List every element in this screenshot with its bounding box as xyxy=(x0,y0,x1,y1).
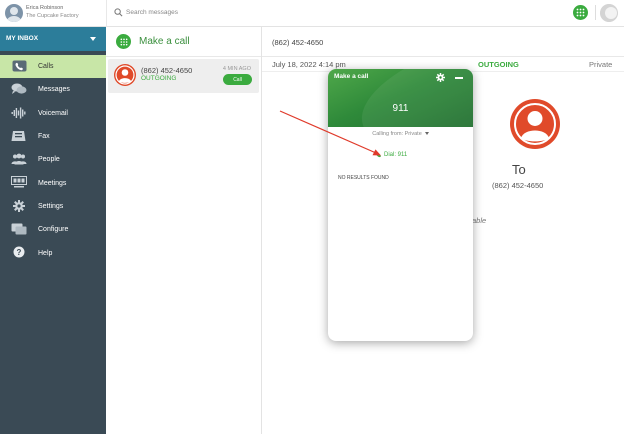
help-icon: ? xyxy=(11,246,27,258)
call-button[interactable]: Call xyxy=(223,74,252,85)
make-a-call-header: Make a call xyxy=(106,27,261,57)
caret-down-icon xyxy=(90,37,96,41)
partial-text: able xyxy=(472,216,487,225)
search-icon xyxy=(114,8,123,17)
voicemail-icon xyxy=(11,107,27,119)
person-icon xyxy=(514,103,556,145)
sidebar-item-messages[interactable]: Messages xyxy=(0,78,106,101)
call-direction: OUTGOING xyxy=(478,60,519,69)
app-window: Erica Robinson The Cupcake Factory Searc… xyxy=(0,0,624,434)
dialpad-icon xyxy=(576,8,585,17)
sidebar-item-voicemail[interactable]: Voicemail xyxy=(0,102,106,125)
dial-number-input[interactable] xyxy=(348,101,453,115)
status-divider xyxy=(595,5,596,20)
dialog-header: Make a call xyxy=(328,69,473,127)
inbox-label: MY INBOX xyxy=(6,35,39,42)
sidebar-item-meetings[interactable]: Meetings xyxy=(0,171,106,194)
call-history-item[interactable]: (862) 452-4650 OUTGOING 4 MIN AGO Call xyxy=(108,59,259,93)
dial-number-link[interactable]: Dial: 911 xyxy=(384,152,407,158)
dialpad-button[interactable] xyxy=(573,5,588,20)
sidebar-item-people[interactable]: People xyxy=(0,148,106,171)
no-results-message: NO RESULTS FOUND xyxy=(338,175,389,181)
svg-text:?: ? xyxy=(17,248,22,257)
sidebar-item-label: Voicemail xyxy=(38,109,68,117)
meetings-icon xyxy=(11,176,27,188)
caret-down-icon xyxy=(424,132,429,136)
search-input[interactable] xyxy=(126,6,326,19)
user-company: The Cupcake Factory xyxy=(26,13,79,19)
user-avatar[interactable] xyxy=(5,4,23,22)
contact-avatar-large xyxy=(510,99,560,149)
sidebar-item-label: Help xyxy=(38,249,53,257)
sidebar-item-label: Calls xyxy=(38,63,54,71)
to-number: (862) 452-4650 xyxy=(492,181,544,190)
contact-avatar xyxy=(114,64,136,86)
gear-icon xyxy=(11,199,27,212)
sidebar-item-label: Configure xyxy=(38,226,69,234)
call-date: July 18, 2022 4:14 pm xyxy=(272,60,346,69)
phone-icon xyxy=(375,151,381,158)
chat-icon xyxy=(11,83,27,95)
sidebar-item-label: Messages xyxy=(38,86,70,94)
dialpad-button[interactable] xyxy=(116,34,131,49)
fax-icon xyxy=(11,130,27,142)
user-name: Erica Robinson xyxy=(26,5,64,11)
sidebar-item-configure[interactable]: Configure xyxy=(0,218,106,241)
sidebar-item-label: People xyxy=(38,156,60,164)
dialog-title: Make a call xyxy=(334,73,369,80)
call-direction: OUTGOING xyxy=(141,75,177,82)
moon-icon xyxy=(600,4,618,22)
to-label: To xyxy=(512,162,526,177)
page-title: Make a call xyxy=(139,36,190,47)
sidebar-item-label: Meetings xyxy=(38,179,67,187)
inbox-selector[interactable]: MY INBOX xyxy=(0,27,106,51)
call-number: (862) 452-4650 xyxy=(141,66,193,75)
sidebar-item-calls[interactable]: Calls xyxy=(0,55,106,79)
configure-icon xyxy=(11,223,27,235)
calling-from-label: Calling from: Private xyxy=(372,131,422,137)
sidebar-nav: Calls Messages Voicemail Fax People Meet… xyxy=(0,55,106,265)
dialpad-icon xyxy=(120,38,127,45)
top-divider xyxy=(106,0,107,27)
phone-icon xyxy=(11,60,27,72)
top-bar: Erica Robinson The Cupcake Factory xyxy=(0,0,624,27)
gear-icon[interactable] xyxy=(436,73,445,82)
presence-status-button[interactable] xyxy=(600,4,618,22)
sidebar-item-label: Fax xyxy=(38,133,50,141)
calling-from-selector[interactable]: Calling from: Private xyxy=(328,131,473,137)
sidebar-item-help[interactable]: ? Help xyxy=(0,241,106,264)
detail-number: (862) 452-4650 xyxy=(272,38,324,47)
call-time: 4 MIN AGO xyxy=(222,66,251,72)
sidebar-item-fax[interactable]: Fax xyxy=(0,125,106,148)
sidebar-item-label: Settings xyxy=(38,202,64,210)
divider xyxy=(262,56,624,57)
minimize-button[interactable] xyxy=(455,77,463,79)
person-icon xyxy=(115,65,135,85)
people-icon xyxy=(11,153,27,165)
column-divider xyxy=(261,27,262,434)
caller-id-privacy: Private xyxy=(589,60,613,69)
make-a-call-dialog: Make a call Calling from: Private Dial: … xyxy=(328,69,473,341)
sidebar: MY INBOX Calls Messages Voicemail Fax Pe… xyxy=(0,27,106,434)
sidebar-item-settings[interactable]: Settings xyxy=(0,195,106,218)
